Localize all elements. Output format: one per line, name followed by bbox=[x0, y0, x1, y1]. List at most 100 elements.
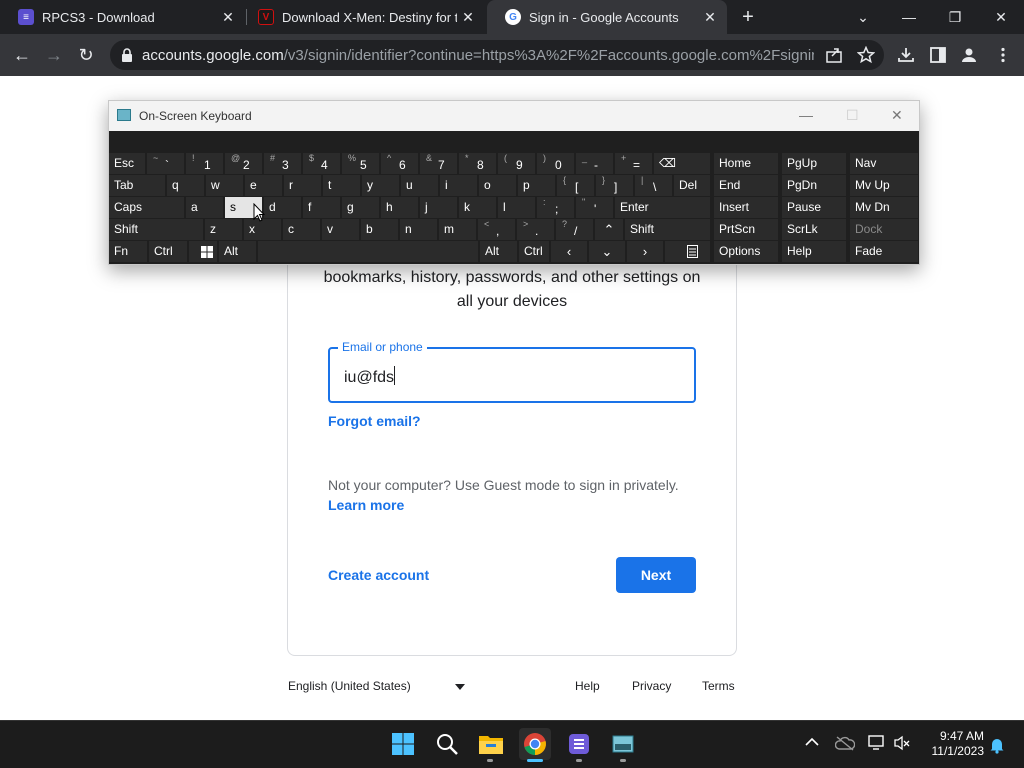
key-pgup[interactable]: PgUp bbox=[782, 153, 846, 174]
key-fade[interactable]: Fade bbox=[850, 241, 918, 262]
key-3[interactable]: #3 bbox=[264, 153, 301, 174]
key-t[interactable]: t bbox=[323, 175, 360, 196]
tab-search-icon[interactable]: ⌄ bbox=[840, 0, 886, 34]
back-button[interactable]: ← bbox=[10, 43, 34, 67]
key-insert[interactable]: Insert bbox=[714, 197, 778, 218]
arrow-right-key[interactable]: › bbox=[627, 241, 663, 262]
key-r[interactable]: r bbox=[284, 175, 321, 196]
key-y[interactable]: y bbox=[362, 175, 399, 196]
key-sym[interactable]: {[ bbox=[557, 175, 594, 196]
download-icon[interactable] bbox=[897, 46, 915, 64]
menu-key[interactable] bbox=[665, 241, 710, 262]
search-icon[interactable] bbox=[431, 728, 463, 760]
key-Alt[interactable]: Alt bbox=[219, 241, 256, 262]
language-select[interactable]: English (United States) bbox=[288, 679, 411, 693]
key-Caps[interactable]: Caps bbox=[109, 197, 184, 218]
url-text[interactable]: accounts.google.com/v3/signin/identifier… bbox=[142, 47, 814, 64]
key-prtscn[interactable]: PrtScn bbox=[714, 219, 778, 240]
key-Enter[interactable]: Enter bbox=[615, 197, 710, 218]
key-o[interactable]: o bbox=[479, 175, 516, 196]
osk-title-bar[interactable]: On-Screen Keyboard — ☐ ✕ bbox=[109, 101, 919, 131]
key-sym[interactable]: | \ bbox=[635, 175, 672, 196]
key-j[interactable]: j bbox=[420, 197, 457, 218]
onedrive-icon[interactable] bbox=[835, 735, 855, 751]
start-icon[interactable] bbox=[387, 728, 419, 760]
key-e[interactable]: e bbox=[245, 175, 282, 196]
notification-bell-icon[interactable] bbox=[989, 736, 1005, 754]
osk-close-button[interactable]: ✕ bbox=[891, 107, 903, 124]
key-sym[interactable]: :; bbox=[537, 197, 574, 218]
volume-muted-icon[interactable] bbox=[893, 735, 911, 751]
arrow-up-key[interactable]: ⌃ bbox=[595, 219, 623, 240]
key-0[interactable]: ) 0 bbox=[537, 153, 574, 174]
arrow-left-key[interactable]: ‹ bbox=[551, 241, 587, 262]
close-tab-icon[interactable]: ✕ bbox=[457, 9, 479, 26]
key-sym[interactable]: <, bbox=[478, 219, 515, 240]
key-k[interactable]: k bbox=[459, 197, 496, 218]
key-l[interactable]: l bbox=[498, 197, 535, 218]
key-sym[interactable]: ? / bbox=[556, 219, 593, 240]
key-p[interactable]: p bbox=[518, 175, 555, 196]
key-Esc[interactable]: Esc bbox=[109, 153, 145, 174]
create-account-button[interactable]: Create account bbox=[328, 567, 429, 583]
key-g[interactable]: g bbox=[342, 197, 379, 218]
lock-icon[interactable] bbox=[121, 47, 133, 63]
maximize-button[interactable]: ❐ bbox=[932, 0, 978, 34]
next-button[interactable]: Next bbox=[616, 557, 696, 593]
key-u[interactable]: u bbox=[401, 175, 438, 196]
osk-maximize-button[interactable]: ☐ bbox=[846, 107, 859, 124]
key-Tab[interactable]: Tab bbox=[109, 175, 165, 196]
key-dock[interactable]: Dock bbox=[850, 219, 918, 240]
key-pause[interactable]: Pause bbox=[782, 197, 846, 218]
key-Ctrl[interactable]: Ctrl bbox=[149, 241, 187, 262]
key-8[interactable]: * 8 bbox=[459, 153, 496, 174]
key-end[interactable]: End bbox=[714, 175, 778, 196]
key-Alt[interactable]: Alt bbox=[480, 241, 517, 262]
key-options[interactable]: Options bbox=[714, 241, 778, 262]
key--[interactable]: _ - bbox=[576, 153, 613, 174]
tab-google-signin[interactable]: G Sign in - Google Accounts ✕ bbox=[487, 0, 727, 34]
key-q[interactable]: q bbox=[167, 175, 204, 196]
sidepanel-icon[interactable] bbox=[929, 46, 947, 64]
key-Ctrl[interactable]: Ctrl bbox=[519, 241, 549, 262]
key-scrlk[interactable]: ScrLk bbox=[782, 219, 846, 240]
key-sym[interactable]: + = bbox=[615, 153, 652, 174]
system-clock[interactable]: 9:47 AM 11/1/2023 bbox=[918, 729, 985, 759]
tab-rpcs3[interactable]: ≡ RPCS3 - Download ✕ bbox=[0, 0, 245, 34]
key-h[interactable]: h bbox=[381, 197, 418, 218]
network-icon[interactable] bbox=[867, 734, 887, 752]
key-a[interactable]: a bbox=[186, 197, 223, 218]
key-z[interactable]: z bbox=[205, 219, 242, 240]
star-icon[interactable] bbox=[857, 46, 875, 64]
key-b[interactable]: b bbox=[361, 219, 398, 240]
rpcs3-icon[interactable] bbox=[563, 728, 595, 760]
key-Shift[interactable]: Shift bbox=[625, 219, 710, 240]
help-link[interactable]: Help bbox=[575, 679, 600, 693]
forgot-email-link[interactable]: Forgot email? bbox=[328, 413, 421, 429]
key-home[interactable]: Home bbox=[714, 153, 778, 174]
privacy-link[interactable]: Privacy bbox=[632, 679, 671, 693]
chrome-icon[interactable] bbox=[519, 728, 551, 760]
key-sym[interactable]: >. bbox=[517, 219, 554, 240]
terms-link[interactable]: Terms bbox=[702, 679, 735, 693]
key-6[interactable]: ^ 6 bbox=[381, 153, 418, 174]
close-tab-icon[interactable]: ✕ bbox=[699, 9, 721, 26]
key-2[interactable]: @2 bbox=[225, 153, 262, 174]
osk-icon[interactable] bbox=[607, 728, 639, 760]
key-Fn[interactable]: Fn bbox=[109, 241, 147, 262]
key-f[interactable]: f bbox=[303, 197, 340, 218]
key-Del[interactable]: Del bbox=[674, 175, 710, 196]
key-Shift[interactable]: Shift bbox=[109, 219, 203, 240]
dropdown-arrow-icon[interactable] bbox=[454, 683, 466, 691]
tab-xmen[interactable]: V Download X-Men: Destiny for the ✕ bbox=[240, 0, 485, 34]
key-sym[interactable]: }] bbox=[596, 175, 633, 196]
email-field-value[interactable]: iu@fds bbox=[344, 366, 396, 387]
new-tab-button[interactable]: + bbox=[735, 4, 761, 30]
windows-key[interactable] bbox=[189, 241, 217, 262]
close-window-button[interactable]: ✕ bbox=[978, 0, 1024, 34]
key-nav[interactable]: Nav bbox=[850, 153, 918, 174]
osk-minimize-button[interactable]: — bbox=[799, 107, 813, 123]
menu-icon[interactable] bbox=[994, 46, 1012, 64]
key-5[interactable]: % 5 bbox=[342, 153, 379, 174]
key-sym[interactable]: ~ ` bbox=[147, 153, 184, 174]
